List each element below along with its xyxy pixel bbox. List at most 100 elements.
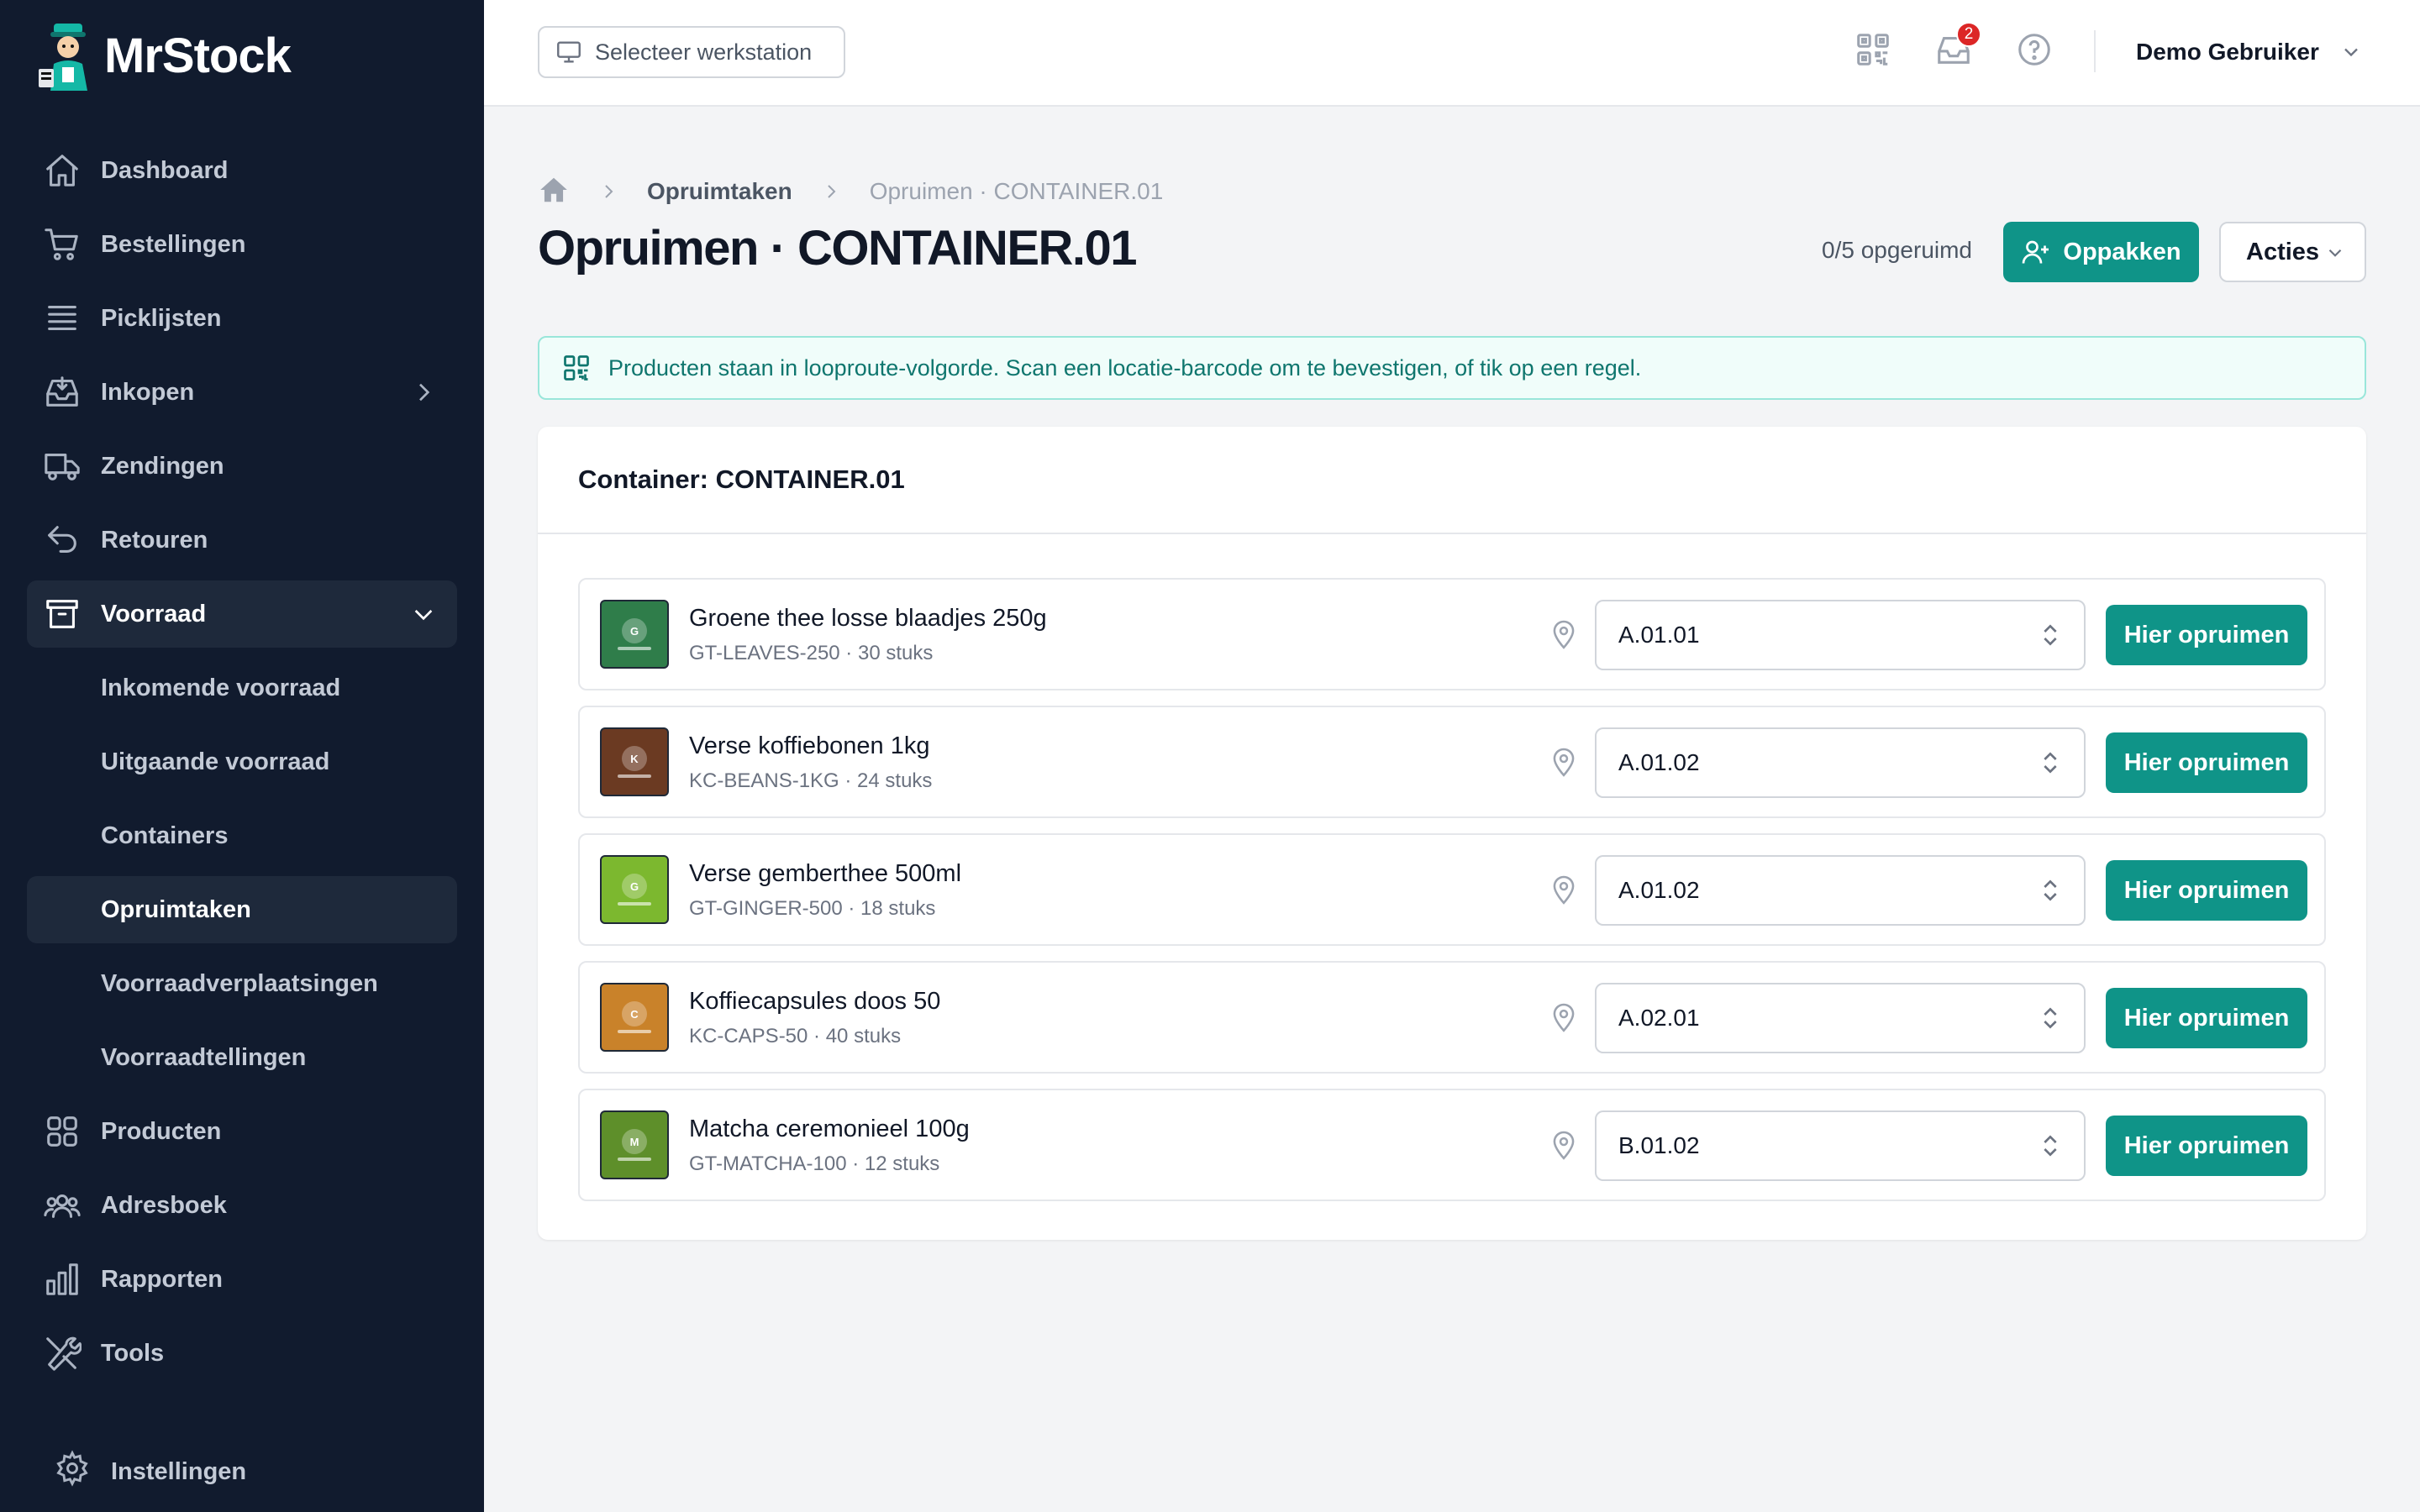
sidebar-item-retouren[interactable]: Retouren (27, 507, 457, 574)
info-text: Producten staan in looproute-volgorde. S… (608, 354, 1642, 381)
sidebar-item-zendingen[interactable]: Zendingen (27, 433, 457, 500)
chevron-right-icon (598, 181, 618, 202)
app-name: MrStock (104, 28, 292, 83)
thumbnail-line (618, 774, 651, 778)
list-item[interactable]: K Verse koffiebonen 1kg KC-BEANS-1KG · 2… (578, 706, 2326, 818)
breadcrumb: Opruimtaken Opruimen · CONTAINER.01 (538, 173, 1163, 210)
qr-code-icon (561, 353, 592, 383)
product-thumbnail: G (600, 600, 669, 669)
map-pin-icon (1548, 1001, 1580, 1033)
sidebar-item-rapporten[interactable]: Rapporten (27, 1246, 457, 1313)
list-item[interactable]: M Matcha ceremonieel 100g GT-MATCHA-100 … (578, 1089, 2326, 1201)
home-icon[interactable] (538, 174, 570, 210)
help-icon[interactable] (2015, 30, 2054, 69)
location-value: A.02.01 (1618, 1005, 1700, 1031)
sidebar-nav: Dashboard Bestellingen Picklijsten Inkop… (27, 137, 457, 1394)
truck-icon (40, 444, 84, 488)
product-meta: KC-CAPS-50 · 40 stuks (689, 1025, 902, 1047)
sidebar-item-tools[interactable]: Tools (27, 1320, 457, 1387)
sidebar-item-label: Rapporten (101, 1265, 223, 1293)
workstation-button[interactable]: Selecteer werkstation (538, 26, 845, 78)
mascot-logo-icon (39, 20, 99, 91)
users-icon (40, 1184, 84, 1227)
sidebar-item-picklijsten[interactable]: Picklijsten (27, 285, 457, 352)
product-meta: GT-MATCHA-100 · 12 stuks (689, 1152, 940, 1175)
oppakken-button[interactable]: Oppakken (2003, 222, 2199, 282)
chevron-down-icon (410, 601, 437, 627)
sidebar-item-voorraad[interactable]: Voorraad (27, 580, 457, 648)
user-menu[interactable]: Demo Gebruiker (2136, 34, 2363, 71)
home-icon (40, 149, 84, 192)
container-title: Container: CONTAINER.01 (578, 465, 905, 494)
location-select[interactable]: A.02.01 (1595, 983, 2086, 1053)
sidebar-subitem-inkomende-voorraad[interactable]: Inkomende voorraad (27, 654, 457, 722)
product-meta: GT-GINGER-500 · 18 stuks (689, 897, 936, 920)
sidebar-subitem-containers[interactable]: Containers (27, 802, 457, 869)
thumbnail-letter: G (622, 874, 647, 899)
inbox-icon[interactable]: 2 (1934, 22, 1981, 69)
info-banner: Producten staan in looproute-volgorde. S… (538, 336, 2366, 400)
logo[interactable]: MrStock (39, 20, 292, 91)
sidebar-subitem-opruimtaken[interactable]: Opruimtaken (27, 876, 457, 943)
sidebar-item-label: Tools (101, 1339, 165, 1367)
monitor-icon (555, 38, 583, 66)
list-item[interactable]: G Verse gemberthee 500ml GT-GINGER-500 ·… (578, 833, 2326, 946)
location-select[interactable]: A.01.02 (1595, 855, 2086, 926)
list-item[interactable]: C Koffiecapsules doos 50 KC-CAPS-50 · 40… (578, 961, 2326, 1074)
breadcrumb-current: Opruimen · CONTAINER.01 (869, 178, 1164, 204)
sidebar-item-label: Zendingen (101, 452, 224, 480)
acties-label: Acties (2246, 238, 2320, 265)
hier-opruimen-button[interactable]: Hier opruimen (2106, 732, 2307, 793)
topbar: Selecteer werkstation 2 Demo Gebruiker (484, 0, 2420, 107)
location-select[interactable]: A.01.01 (1595, 600, 2086, 670)
sidebar-item-label: Adresboek (101, 1191, 227, 1219)
product-name: Verse gemberthee 500ml (689, 860, 962, 887)
sidebar-item-instellingen[interactable]: Instellingen (54, 1438, 246, 1505)
grid-icon (40, 1110, 84, 1153)
oppakken-label: Oppakken (2063, 238, 2181, 265)
thumbnail-line (618, 1030, 651, 1033)
list-item[interactable]: G Groene thee losse blaadjes 250g GT-LEA… (578, 578, 2326, 690)
thumbnail-line (618, 647, 651, 650)
hier-opruimen-button[interactable]: Hier opruimen (2106, 1116, 2307, 1176)
product-name: Verse koffiebonen 1kg (689, 732, 930, 759)
sidebar-item-label: Picklijsten (101, 304, 222, 332)
location-value: B.01.02 (1618, 1132, 1700, 1158)
qr-code-icon[interactable] (1854, 30, 1892, 69)
breadcrumb-opruimtaken[interactable]: Opruimtaken (647, 178, 792, 205)
tools-icon (40, 1331, 84, 1375)
sidebar-subitem-voorraadtellingen[interactable]: Voorraadtellingen (27, 1024, 457, 1091)
sidebar: MrStock Dashboard Bestellingen Picklijst… (0, 0, 484, 1512)
location-value: A.01.02 (1618, 749, 1700, 775)
location-select[interactable]: A.01.02 (1595, 727, 2086, 798)
hier-opruimen-button[interactable]: Hier opruimen (2106, 860, 2307, 921)
sidebar-item-dashboard[interactable]: Dashboard (27, 137, 457, 204)
hier-opruimen-button[interactable]: Hier opruimen (2106, 605, 2307, 665)
card-header: Container: CONTAINER.01 (538, 427, 2366, 534)
sidebar-item-label: Dashboard (101, 156, 229, 184)
sidebar-item-producten[interactable]: Producten (27, 1098, 457, 1165)
hier-opruimen-button[interactable]: Hier opruimen (2106, 988, 2307, 1048)
sidebar-item-inkopen[interactable]: Inkopen (27, 359, 457, 426)
sidebar-subitem-uitgaande-voorraad[interactable]: Uitgaande voorraad (27, 728, 457, 795)
sidebar-item-bestellingen[interactable]: Bestellingen (27, 211, 457, 278)
sidebar-item-label: Bestellingen (101, 230, 246, 258)
thumbnail-letter: K (622, 746, 647, 771)
inbox-icon (40, 370, 84, 414)
thumbnail-letter: G (622, 618, 647, 643)
notification-badge: 2 (1956, 22, 1981, 47)
acties-button[interactable]: Acties (2219, 222, 2366, 282)
sidebar-subitem-voorraadverplaatsingen[interactable]: Voorraadverplaatsingen (27, 950, 457, 1017)
cart-icon (40, 223, 84, 266)
thumbnail-letter: M (622, 1129, 647, 1154)
location-select[interactable]: B.01.02 (1595, 1110, 2086, 1181)
chevron-right-icon (821, 181, 841, 202)
page-title: Opruimen · CONTAINER.01 (538, 221, 1138, 276)
chevron-down-icon (2319, 40, 2363, 64)
sidebar-item-adresboek[interactable]: Adresboek (27, 1172, 457, 1239)
product-meta: KC-BEANS-1KG · 24 stuks (689, 769, 933, 792)
chevron-right-icon (410, 379, 437, 406)
container-card: Container: CONTAINER.01 G Groene thee lo… (538, 427, 2366, 1240)
map-pin-icon (1548, 746, 1580, 778)
user-name: Demo Gebruiker (2136, 39, 2319, 65)
